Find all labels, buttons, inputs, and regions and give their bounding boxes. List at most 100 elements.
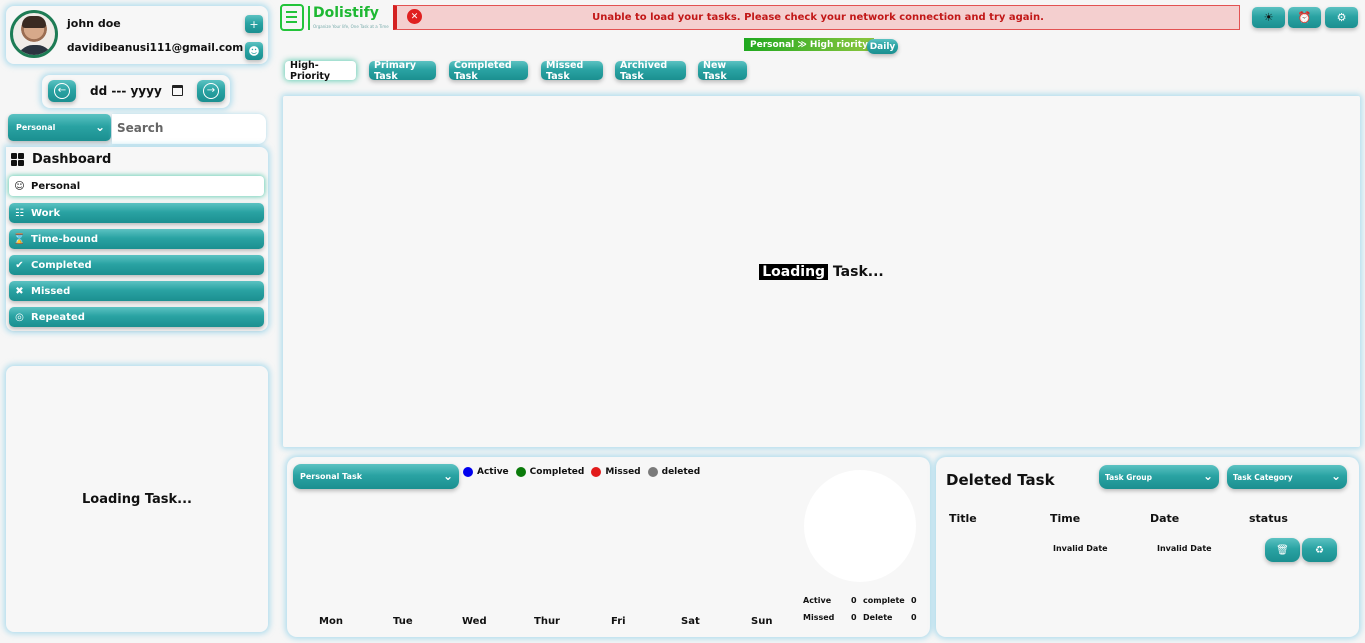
legend-label: deleted: [661, 467, 701, 477]
arrow-right-icon: →: [203, 83, 219, 99]
add-task-button[interactable]: +: [245, 15, 263, 33]
legend-item-deleted: deleted: [647, 467, 701, 477]
user-edit-icon: ☻: [248, 44, 260, 58]
task-group-filter[interactable]: Task Group ⌄: [1099, 465, 1219, 489]
chevron-down-icon: ⌄: [1202, 469, 1213, 483]
column-header-title: Title: [949, 512, 977, 525]
legend-label: Missed: [605, 467, 641, 477]
sidebar-item-time-bound[interactable]: ⌛ Time-bound: [9, 229, 264, 249]
trash-icon: 🗑: [1276, 544, 1289, 556]
stat-delete-label: Delete: [863, 613, 893, 622]
legend-dot: [463, 467, 473, 477]
tab-archived-task[interactable]: Archived Task: [615, 60, 686, 82]
app-logo[interactable]: Dolistify Organize Your life, One Task a…: [279, 4, 389, 32]
sidebar-item-personal[interactable]: ☺ Personal: [9, 176, 264, 196]
day-label: Tue: [393, 616, 413, 627]
dashboard-label: Dashboard: [32, 152, 112, 167]
previous-date-button[interactable]: ←: [48, 80, 76, 102]
loading-highlight: Loading: [759, 263, 829, 280]
day-label: Fri: [611, 616, 626, 627]
edit-profile-button[interactable]: ☻: [245, 42, 263, 60]
sun-icon: ☀: [1263, 11, 1274, 24]
avatar[interactable]: [10, 10, 58, 58]
sidebar-item-repeated[interactable]: ◎ Repeated: [9, 307, 264, 327]
sidebar-item-missed[interactable]: ✖ Missed: [9, 281, 264, 301]
stat-missed-value: 0: [851, 613, 857, 622]
search-box[interactable]: Search: [112, 114, 266, 144]
legend-label: Active: [477, 467, 509, 477]
day-label: Mon: [319, 616, 343, 627]
chart-task-select[interactable]: Personal Task ⌄: [293, 464, 459, 489]
org-chart-icon: ☷: [15, 207, 24, 219]
hourglass-icon: ⌛: [13, 233, 26, 245]
next-date-button[interactable]: →: [197, 80, 225, 102]
calendar-icon[interactable]: [172, 85, 183, 96]
stat-active-value: 0: [851, 596, 857, 605]
task-stats-panel: Personal Task ⌄ Active Completed Missed …: [287, 457, 930, 637]
day-label: Sat: [681, 616, 700, 627]
gear-icon: ⚙: [1336, 11, 1347, 24]
x-circle-icon: ✖: [15, 285, 24, 297]
task-group-value: Personal: [16, 123, 56, 132]
day-label: Thur: [534, 616, 560, 627]
sidebar-item-label: Time-bound: [31, 233, 99, 245]
tab-completed-task[interactable]: Completed Task: [449, 60, 528, 82]
legend-label: Completed: [529, 467, 585, 477]
legend-dot: [647, 467, 658, 477]
chevron-down-icon: ⌄: [94, 120, 105, 134]
check-circle-icon: ✔: [15, 259, 24, 271]
sidebar-item-label: Completed: [31, 259, 92, 271]
target-icon: ◎: [15, 311, 24, 323]
restore-task-button[interactable]: ♻: [1302, 538, 1337, 562]
deleted-row-date: Invalid Date: [1157, 544, 1212, 553]
legend-dot: [515, 467, 526, 477]
sidebar-item-work[interactable]: ☷ Work: [9, 203, 264, 223]
legend-item-missed: Missed: [591, 467, 641, 477]
deleted-row-time: Invalid Date: [1053, 544, 1108, 553]
daily-badge[interactable]: Daily: [867, 39, 898, 54]
breadcrumb: Personal ≫ High riority: [744, 38, 874, 51]
alarm-clock-icon: ⏰: [1297, 11, 1312, 24]
tab-high-priority[interactable]: High-Priority: [285, 60, 356, 82]
task-category-filter-value: Task Category: [1233, 472, 1293, 482]
column-header-date: Date: [1150, 512, 1180, 525]
theme-toggle-button[interactable]: ☀: [1252, 7, 1285, 28]
date-input[interactable]: dd --- yyyy: [90, 84, 162, 98]
pie-chart: [804, 470, 916, 582]
deleted-task-title: Deleted Task: [946, 471, 1055, 489]
error-close-icon[interactable]: ✕: [407, 9, 422, 24]
user-name: john doe: [67, 17, 121, 30]
logo-tagline: Organize Your life, One Task at a Time: [313, 24, 389, 29]
column-header-time: Time: [1050, 512, 1081, 525]
checklist-icon: [280, 4, 304, 31]
delete-forever-button[interactable]: 🗑: [1265, 538, 1300, 562]
plus-icon: +: [249, 17, 259, 31]
stat-complete-value: 0: [911, 596, 917, 605]
user-circle-icon: ☺: [14, 180, 25, 192]
task-group-select[interactable]: Personal ⌄: [8, 114, 111, 141]
search-input[interactable]: Search: [117, 121, 163, 135]
stat-delete-value: 0: [911, 613, 917, 622]
task-category-filter[interactable]: Task Category ⌄: [1227, 465, 1347, 489]
date-navigator: ← dd --- yyyy →: [42, 75, 230, 108]
sidebar-item-completed[interactable]: ✔ Completed: [9, 255, 264, 275]
recycle-icon: ♻: [1315, 544, 1324, 556]
user-email: davidibeanusi111@gmail.com: [67, 42, 244, 54]
logo-name: Dolistify: [313, 5, 379, 21]
alarm-button[interactable]: ⏰: [1288, 7, 1321, 28]
tab-new-task[interactable]: New Task: [698, 60, 747, 82]
legend-dot: [591, 467, 602, 477]
sidebar-loading-text: Loading Task...: [82, 491, 192, 507]
stat-active-label: Active: [803, 596, 832, 605]
chart-task-select-value: Personal Task: [300, 472, 363, 481]
chart-legend: Active Completed Missed deleted: [463, 467, 700, 477]
stat-complete-label: complete: [863, 596, 905, 605]
tab-missed-task[interactable]: Missed Task: [541, 60, 603, 82]
settings-button[interactable]: ⚙: [1325, 7, 1358, 28]
profile-card: john doe davidibeanusi111@gmail.com + ☻: [6, 6, 268, 64]
dashboard-icon: [11, 153, 24, 166]
dashboard-heading[interactable]: Dashboard: [11, 152, 111, 167]
logo-divider: [308, 6, 310, 30]
stat-missed-label: Missed: [803, 613, 835, 622]
tab-primary-task[interactable]: Primary Task: [369, 60, 436, 82]
